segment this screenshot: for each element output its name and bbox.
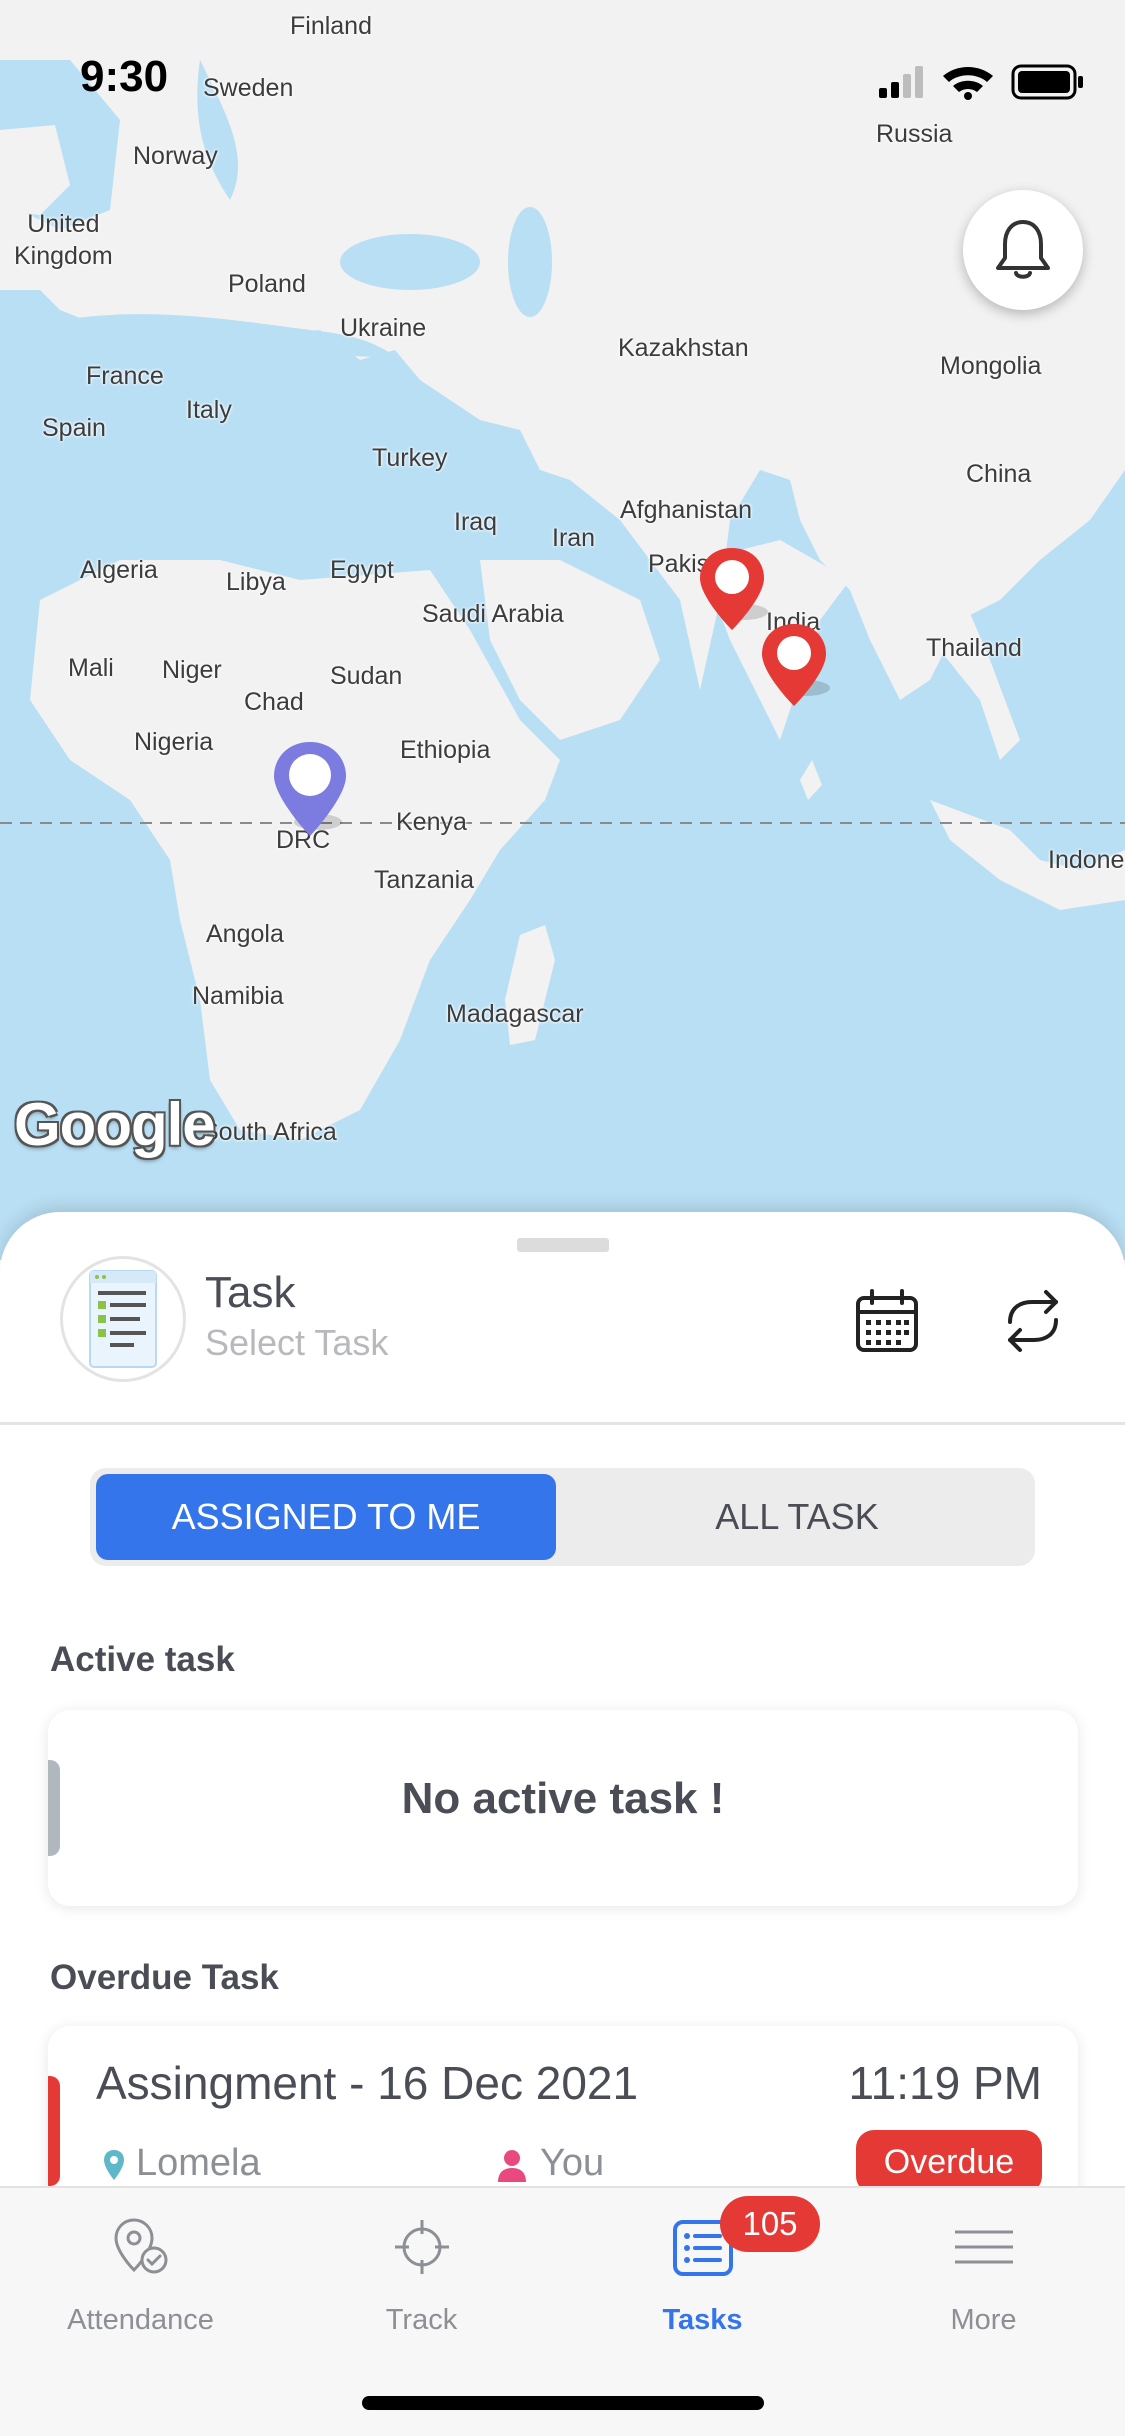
map-label-kenya: Kenya xyxy=(396,808,467,836)
map-label-afghanistan: Afghanistan xyxy=(620,496,753,524)
map-label-spain: Spain xyxy=(42,414,106,442)
no-active-task-text: No active task ! xyxy=(401,1774,725,1823)
map-pin-red[interactable] xyxy=(754,620,834,726)
select-task-label[interactable]: Select Task xyxy=(205,1322,388,1364)
overdue-task-heading: Overdue Task xyxy=(50,1958,279,1997)
tab-more[interactable]: More xyxy=(843,2188,1124,2358)
map-label-niger: Niger xyxy=(162,656,222,684)
menu-icon xyxy=(955,2230,1013,2264)
map-label-egypt: Egypt xyxy=(330,556,394,584)
task-avatar[interactable] xyxy=(60,1256,186,1382)
map-label-ukraine: Ukraine xyxy=(340,314,427,342)
bell-icon xyxy=(996,220,1050,279)
map-label-saudi-arabia: Saudi Arabia xyxy=(422,600,564,628)
map-label-poland: Poland xyxy=(228,270,306,298)
task-item-assignee: You xyxy=(540,2142,605,2184)
map-label-kazakhstan: Kazakhstan xyxy=(618,334,749,362)
task-document-icon xyxy=(89,1270,157,1368)
map-label-ethiopia: Ethiopia xyxy=(400,736,491,764)
map-label-nigeria: Nigeria xyxy=(134,728,214,756)
map-label-indonesia: Indone xyxy=(1048,846,1125,874)
battery-icon xyxy=(1011,64,1083,100)
map-landmass xyxy=(0,0,1125,1140)
task-item-location: Lomela xyxy=(136,2142,261,2184)
map-label-libya: Libya xyxy=(226,568,286,596)
tab-label: Attendance xyxy=(67,2304,214,2336)
map-pin-purple[interactable] xyxy=(270,738,350,844)
map-view[interactable]: Finland Sweden Norway Russia United King… xyxy=(0,0,1125,1260)
map-label-iraq: Iraq xyxy=(454,508,498,536)
tab-label: Track xyxy=(385,2304,458,2336)
map-label-turkey: Turkey xyxy=(372,444,448,472)
person-icon xyxy=(498,2150,526,2182)
map-label-angola: Angola xyxy=(206,920,284,948)
map-label-chad: Chad xyxy=(244,688,304,716)
task-filter-segment: ASSIGNED TO ME ALL TASK xyxy=(90,1468,1035,1566)
map-label-algeria: Algeria xyxy=(80,556,158,584)
overdue-task-card[interactable]: Assingment - 16 Dec 2021 11:19 PM Lomela… xyxy=(48,2026,1078,2188)
crosshair-icon xyxy=(395,2220,449,2274)
calendar-icon[interactable] xyxy=(852,1286,922,1356)
task-bottom-sheet[interactable]: Task Select Task ASSIGNED TO ME ALL TASK… xyxy=(0,1212,1125,2188)
task-item-title: Assingment - 16 Dec 2021 xyxy=(96,2057,639,2109)
wifi-icon xyxy=(943,67,993,100)
overdue-badge: Overdue xyxy=(856,2130,1042,2188)
map-label-norway: Norway xyxy=(133,142,218,170)
map-label-china: China xyxy=(966,460,1032,488)
tab-track[interactable]: Track xyxy=(281,2188,562,2358)
map-label-italy: Italy xyxy=(186,396,232,424)
map-label-madagascar: Madagascar xyxy=(446,1000,584,1028)
active-task-heading: Active task xyxy=(50,1640,235,1679)
card-status-edge xyxy=(48,2076,60,2186)
map-label-tanzania: Tanzania xyxy=(374,866,475,894)
divider xyxy=(0,1422,1125,1425)
tab-label: More xyxy=(950,2304,1017,2336)
map-label-iran: Iran xyxy=(552,524,596,552)
notification-button[interactable] xyxy=(963,190,1083,310)
map-label-russia: Russia xyxy=(876,120,953,148)
map-label-south-africa: South Africa xyxy=(202,1118,337,1146)
map-label-thailand: Thailand xyxy=(926,634,1022,662)
status-icons xyxy=(879,64,1083,100)
status-time: 9:30 xyxy=(80,52,169,101)
map-label-mongolia: Mongolia xyxy=(940,352,1042,380)
map-label-sweden: Sweden xyxy=(203,74,294,102)
map-label-france: France xyxy=(86,362,164,390)
location-pin-icon xyxy=(104,2150,124,2180)
tab-label: Tasks xyxy=(662,2304,743,2336)
sheet-grab-handle[interactable] xyxy=(517,1238,609,1252)
tasks-count-badge: 105 xyxy=(720,2196,820,2252)
map-label-namibia: Namibia xyxy=(192,982,284,1010)
signal-icon xyxy=(879,66,923,98)
map-label-sudan: Sudan xyxy=(330,662,403,690)
tab-attendance[interactable]: Attendance xyxy=(0,2188,281,2358)
refresh-icon[interactable] xyxy=(998,1286,1068,1356)
task-item-time: 11:19 PM xyxy=(848,2057,1042,2109)
active-task-card[interactable]: No active task ! xyxy=(48,1710,1078,1906)
map-label-united-kingdom: United Kingdom xyxy=(14,210,113,270)
google-attribution: Google xyxy=(14,1091,216,1158)
tab-assigned-to-me[interactable]: ASSIGNED TO ME xyxy=(96,1474,556,1560)
map-label-mali: Mali xyxy=(68,654,114,682)
map-label-finland: Finland xyxy=(290,12,372,40)
task-title: Task xyxy=(205,1268,296,1317)
location-check-icon xyxy=(114,2218,168,2274)
tab-all-task[interactable]: ALL TASK xyxy=(566,1474,1028,1560)
home-indicator xyxy=(362,2396,764,2410)
